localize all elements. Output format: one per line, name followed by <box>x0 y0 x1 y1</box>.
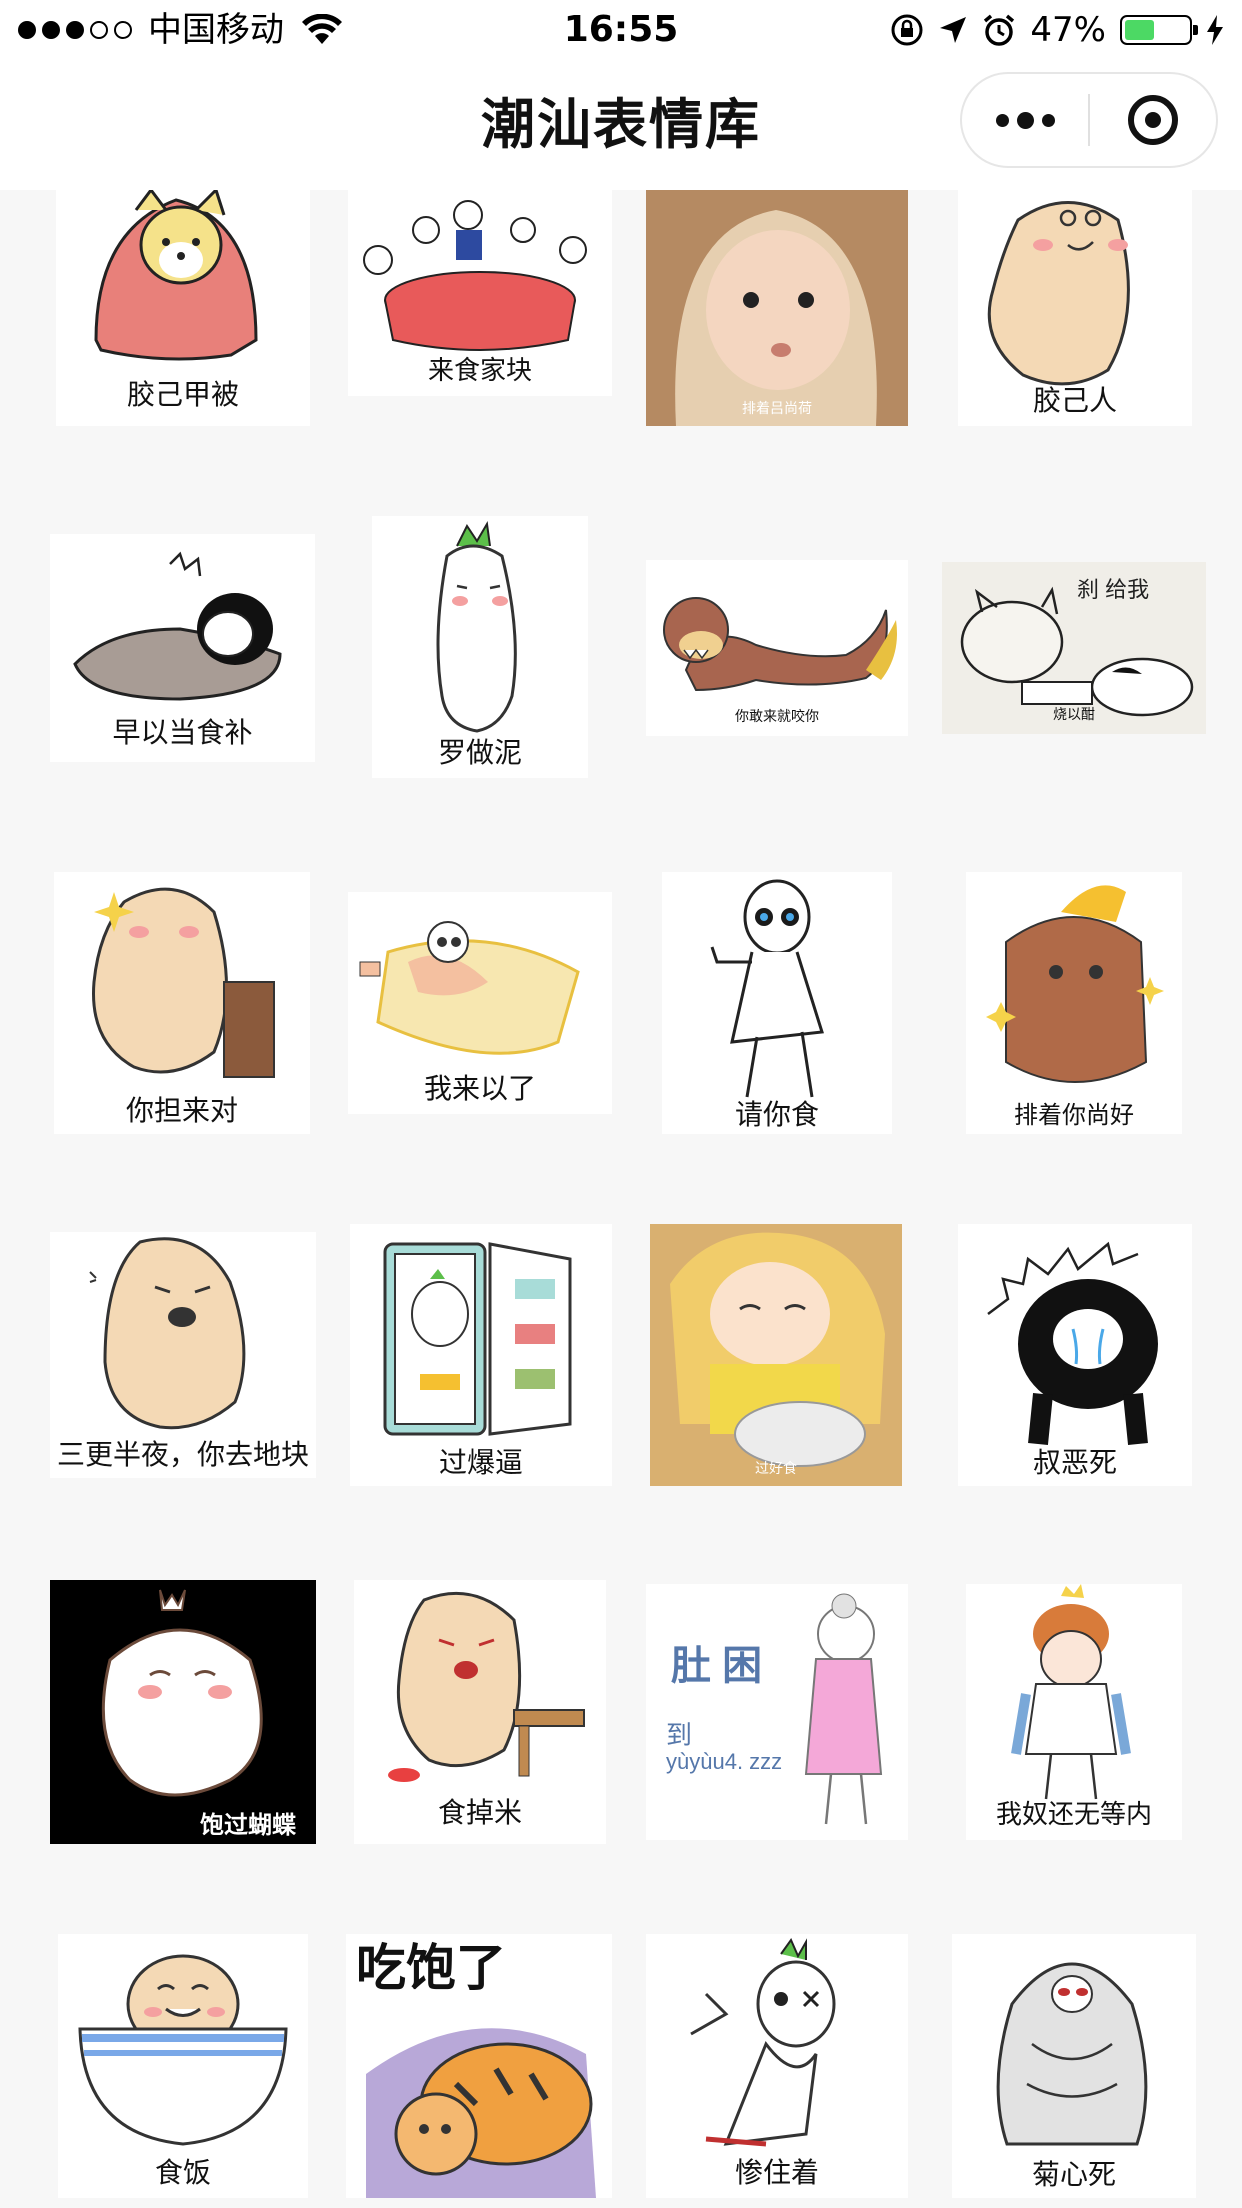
sticker-item[interactable]: 请你食 <box>662 872 892 1134</box>
svg-text:到: 到 <box>666 1720 692 1750</box>
sticker-caption: 吃饱了 <box>356 1939 506 1997</box>
sticker-item[interactable]: 过爆逼 <box>350 1224 612 1486</box>
sticker-caption: 过好食 <box>755 1461 797 1477</box>
svg-text:yùyùu4. zzz: yùyùu4. zzz <box>666 1749 782 1774</box>
sticker-caption: 来食家块 <box>427 356 532 386</box>
sticker-item[interactable]: 菊心死 <box>952 1934 1196 2198</box>
brown-bear-sparkle-illustration <box>986 885 1164 1083</box>
sticker-caption: 请你食 <box>734 1098 819 1131</box>
sticker-item[interactable]: 叔恶死 <box>958 1224 1192 1486</box>
sticker-item[interactable]: 刹 给我 烧以酣 <box>942 562 1206 734</box>
mini-program-capsule <box>960 72 1218 168</box>
svg-text:肚 困: 肚 困 <box>671 1644 762 1688</box>
sticker-item[interactable]: 我奴还无等内 <box>966 1584 1182 1840</box>
close-target-icon <box>1128 95 1178 145</box>
sticker-caption: 菊心死 <box>1031 2158 1116 2191</box>
sticker-item[interactable]: 来食家块 <box>348 190 612 396</box>
sticker-caption: 你担来对 <box>125 1094 238 1127</box>
sticker-item[interactable]: 排着吕尚荷 <box>646 190 908 426</box>
sticker-item[interactable]: 罗做泥 <box>372 516 588 778</box>
sticker-caption: 胶己甲被 <box>126 378 239 411</box>
anime-girl-rice-illustration <box>650 1224 902 1486</box>
sticker-item[interactable]: 惨住着 <box>646 1934 908 2198</box>
svg-text:刹 给我: 刹 给我 <box>1077 577 1149 602</box>
sticker-item[interactable]: 食掉米 <box>354 1580 606 1844</box>
close-button[interactable] <box>1090 74 1216 166</box>
sticker-item[interactable]: 早以当食补 <box>50 534 315 762</box>
navigation-bar: 潮汕表情库 <box>0 60 1242 190</box>
sticker-item[interactable]: 肚 困 到 yùyùu4. zzz <box>646 1584 908 1840</box>
sticker-item[interactable]: 胶己人 <box>958 190 1192 426</box>
stick-figure-illustration <box>710 879 824 1098</box>
ghost-full-belly-illustration <box>50 1580 316 1844</box>
sticker-caption: 烧以酣 <box>1053 707 1095 723</box>
sticker-caption: 三更半夜，你去地块 <box>56 1438 309 1471</box>
sticker-caption: 罗做泥 <box>437 736 522 769</box>
battery-percent: 47% <box>1030 10 1106 50</box>
sticker-item[interactable]: 三更半夜，你去地块 <box>50 1232 316 1478</box>
sticker-caption: 惨住着 <box>734 2156 819 2189</box>
sticker-grid: 胶己甲被 来食家块 排着吕尚荷 胶己人 早以当食补 罗做泥 你敢来就咬你 刹 给… <box>0 190 1242 2208</box>
sticker-caption: 排着你尚好 <box>1014 1101 1134 1129</box>
status-right: 47% <box>890 0 1224 60</box>
sticker-caption: 我来以了 <box>423 1072 536 1105</box>
sticker-caption: 饱过蝴蝶 <box>200 1811 296 1839</box>
sticker-item[interactable]: 排着你尚好 <box>966 872 1182 1134</box>
rotation-lock-icon <box>891 14 923 46</box>
sticker-caption: 叔恶死 <box>1032 1446 1117 1479</box>
sticker-caption: 排着吕尚荷 <box>742 401 812 417</box>
sticker-caption: 过爆逼 <box>438 1446 523 1479</box>
sticker-caption: 胶己人 <box>1032 384 1117 417</box>
sticker-item[interactable]: 饱过蝴蝶 <box>50 1580 316 1844</box>
alarm-icon <box>984 14 1015 46</box>
baby-photo-illustration <box>646 190 908 426</box>
sticker-item[interactable]: 你敢来就咬你 <box>646 560 908 736</box>
sticker-item[interactable]: 我来以了 <box>348 892 612 1114</box>
location-arrow-icon <box>940 17 967 43</box>
charging-icon <box>1207 15 1223 45</box>
more-button[interactable] <box>962 74 1088 166</box>
sticker-caption: 你敢来就咬你 <box>735 709 819 725</box>
battery-icon <box>1120 15 1198 45</box>
status-bar: 中国移动 16:55 47% <box>0 0 1242 60</box>
sticker-item[interactable]: 你担来对 <box>54 872 310 1134</box>
sticker-item[interactable]: 吃饱了 <box>346 1934 612 2198</box>
sticker-caption: 我奴还无等内 <box>995 1800 1152 1830</box>
sticker-caption: 早以当食补 <box>112 716 253 749</box>
sticker-caption: 食饭 <box>154 2156 211 2189</box>
sticker-item[interactable]: 食饭 <box>58 1934 308 2198</box>
sticker-caption: 食掉米 <box>437 1796 522 1829</box>
sticker-item[interactable]: 过好食 <box>650 1224 902 1486</box>
sticker-item[interactable]: 胶己甲被 <box>56 190 310 426</box>
more-icon <box>995 111 1055 129</box>
sleepy-granny-illustration: 肚 困 到 yùyùu4. zzz <box>666 1593 883 1825</box>
